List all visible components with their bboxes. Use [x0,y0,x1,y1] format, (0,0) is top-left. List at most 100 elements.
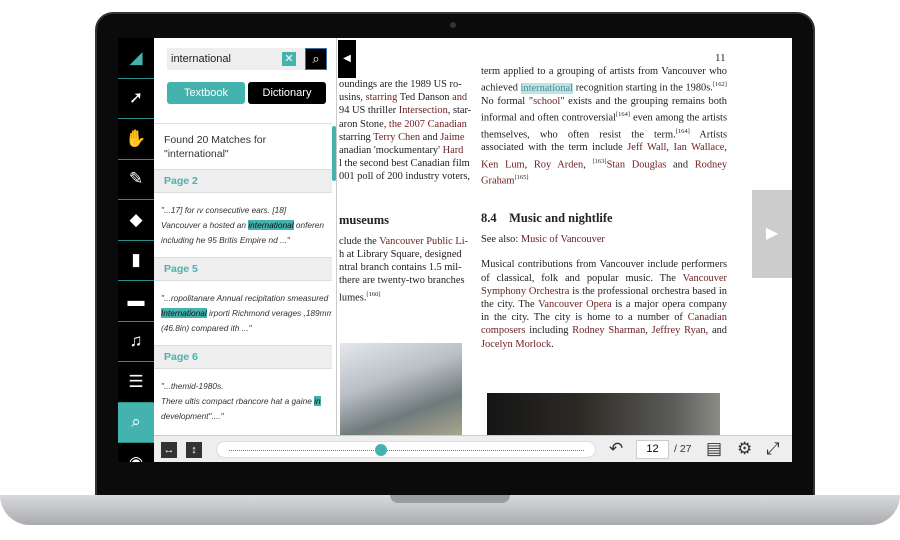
match-count: Found 20 Matches for "international" [164,134,267,160]
snippet-line: development"...." [161,411,224,421]
link[interactable]: , the 2007 Canadian [384,119,467,130]
search-button[interactable]: ⌕ [305,48,327,70]
text-line: oundings are the 1989 US ro- [339,78,471,91]
snippet-line: There ultis compact rbancore hat a gaine… [161,394,325,409]
text: , [724,142,727,154]
pen-icon[interactable]: ✎ [118,160,154,200]
text: h at Library Square, designed [339,249,462,261]
fullscreen-icon[interactable]: ⤢ [766,439,780,459]
left-column: oundings are the 1989 US ro-usins, starr… [339,78,471,304]
text-line: lumes.[160] [339,288,471,305]
text: lumes. [339,292,367,304]
text-line: aron Stone, the 2007 Canadian [339,118,471,131]
link[interactable]: Vancouver Public Li- [379,236,468,247]
search-result[interactable]: "...themid-1980s. There ultis compact rba… [154,369,332,433]
link[interactable]: Jaime [440,132,464,143]
text: aron Stone [339,118,384,130]
logo-icon: ◢ [118,38,154,79]
search-result[interactable]: "...17] for ıv consecutive ears. [18] Van… [154,193,332,257]
text: , [524,159,534,171]
section-heading: 8.4 Music and nightlife [481,210,613,225]
next-page-button[interactable]: ▶ [752,190,792,278]
paragraph-artists: term applied to a grouping of artists fr… [481,65,727,188]
link[interactable]: Jeffrey Ryan [652,325,706,336]
snippet-text: Vancouver a hosted an [161,220,249,230]
text: ntral branch contains 1.5 mil- [339,262,462,274]
link[interactable]: Intersection [399,105,448,116]
link[interactable]: and [450,92,467,103]
tool-sidebar: ◢➚✋✎◆▮▬♫☰⌕◉ [118,38,154,462]
result-page-heading[interactable]: Page 6 [154,345,332,369]
text-line: 001 poll of 200 industry voters, [339,170,471,183]
two-page-view-icon[interactable]: ▤ [706,439,722,459]
comments-icon[interactable]: ▬ [118,281,154,322]
snippet-line: "...17] for ıv consecutive ears. [18] [161,205,287,215]
text: . [551,338,554,350]
night-photo [487,393,720,435]
section-heading: museums [339,212,390,227]
text: , [583,159,593,171]
text: No formal " [481,95,534,107]
result-page-heading[interactable]: Page 5 [154,257,332,281]
text-audio-icon[interactable]: ♫ [118,322,154,362]
view-icon[interactable]: ◉ [118,443,154,462]
table-of-contents-icon[interactable]: ☰ [118,362,154,403]
search-result[interactable]: "...ropolitanare Annual recipitation sme… [154,281,332,345]
link[interactable]: Terry Chen [373,132,420,143]
link[interactable]: Roy Arden [534,159,583,170]
results-scrollbar[interactable] [332,126,336,181]
link[interactable]: Jeff Wall [627,142,666,153]
text-line: anadian 'mockumentary' Hard [339,144,471,157]
footnote-ref[interactable]: [164] [676,128,690,135]
footnote-ref[interactable]: [164] [616,111,630,118]
link[interactable]: Rodney Sharman [572,325,645,336]
pan-icon[interactable]: ✋ [118,119,154,160]
tab-dictionary[interactable]: Dictionary [248,82,326,104]
link[interactable]: Vancouver Opera [538,299,612,310]
right-column: term applied to a grouping of artists fr… [481,65,727,351]
document-page: 11 oundings are the 1989 US ro-usins, st… [337,38,792,435]
footnote-ref[interactable]: [165] [514,174,528,181]
fit-width-button[interactable]: ↔ [161,442,177,458]
see-also-link[interactable]: Music of Vancouver [521,234,605,245]
link[interactable]: Stan Douglas [607,159,667,170]
footnote-ref[interactable]: [162] [713,81,727,88]
text: l the second best Canadian film [339,158,470,170]
link[interactable]: Hard [443,145,464,156]
footnote-ref[interactable]: [163] [593,158,607,165]
search-icon[interactable]: ⌕ [118,402,154,443]
select-icon[interactable]: ➚ [118,79,154,119]
text: Ted Danson [399,92,450,104]
text: anadian 'mockumentary' [339,145,443,157]
text: including [525,325,573,337]
ereader-app: ◢➚✋✎◆▮▬♫☰⌕◉ international ✕ ⌕ Textbook D… [118,38,792,462]
text: 001 poll of 200 industry voters, [339,171,471,183]
link[interactable]: , starring [360,92,399,103]
text-line: ntral branch contains 1.5 mil- [339,261,471,274]
text: , [666,142,674,154]
footnote-ref[interactable]: [160] [366,291,380,298]
snippet-line: (46.8in) compared ith ..." [161,323,252,333]
clear-search-icon[interactable]: ✕ [282,52,296,66]
tab-textbook[interactable]: Textbook [167,82,245,104]
page-slider[interactable] [216,441,596,458]
bookmark-icon[interactable]: ▮ [118,241,154,281]
link[interactable]: Ian Wallace [674,142,725,153]
page-input[interactable]: 12 [636,440,669,459]
snippet-text: irporti Richmond verages ,189mm [206,308,332,318]
snippet-line: "...ropolitanare Annual recipitation sme… [161,293,329,303]
text: clude the [339,235,380,247]
slider-handle[interactable] [375,444,388,456]
match-highlight: International [161,308,207,318]
link[interactable]: school [533,96,560,107]
text: , and [705,325,727,337]
text: and [420,131,441,143]
settings-icon[interactable]: ⚙ [737,439,752,459]
fit-height-button[interactable]: ↕ [186,442,202,458]
undo-icon[interactable]: ↶ [609,439,623,459]
eraser-icon[interactable]: ◆ [118,200,154,241]
link[interactable]: Jocelyn Morlock [481,339,551,350]
link[interactable]: Ken Lum [481,159,525,170]
text-line: clude the Vancouver Public Li- [339,235,471,248]
result-page-heading[interactable]: Page 2 [154,169,332,193]
